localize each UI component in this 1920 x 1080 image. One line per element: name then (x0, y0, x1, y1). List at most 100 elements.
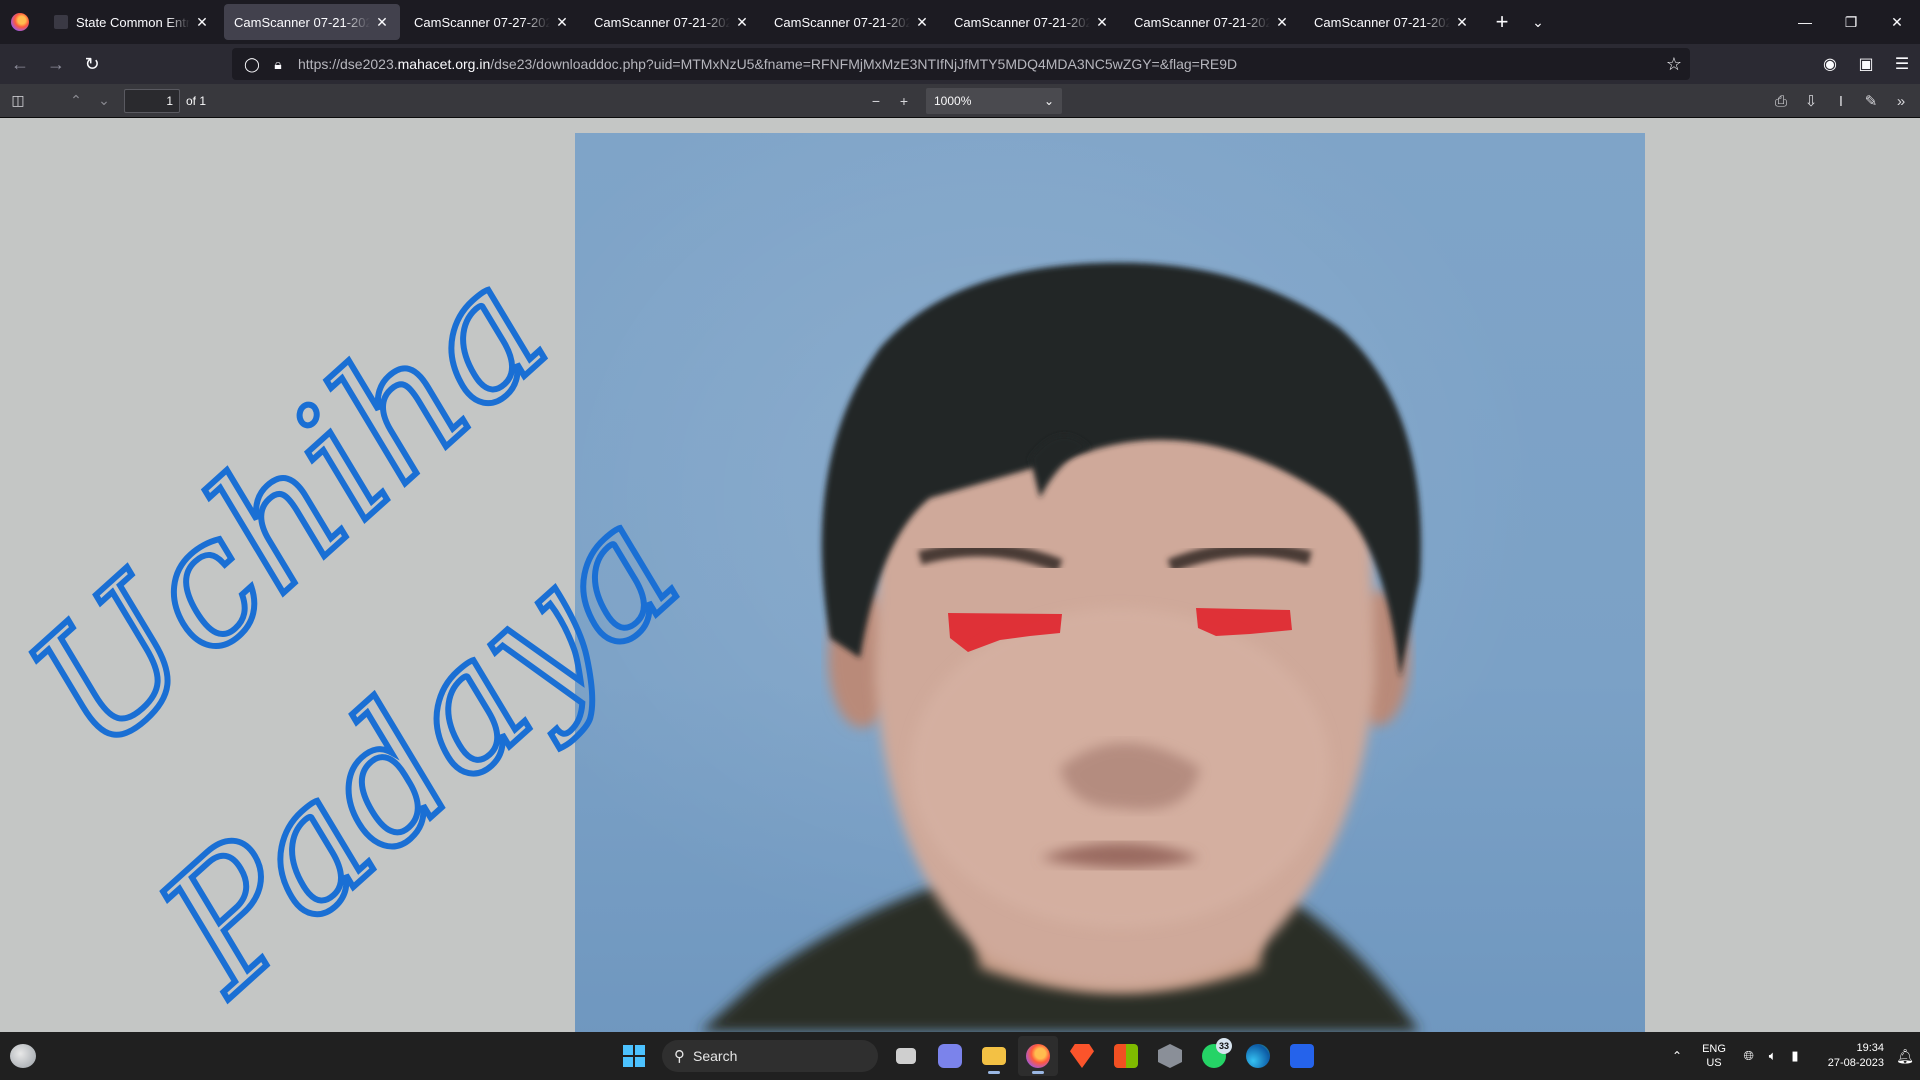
url-path: /dse23/downloaddoc.php?uid=MTMxNzU5&fnam… (490, 56, 1238, 72)
close-tab-icon[interactable]: ✕ (194, 14, 210, 30)
chevron-down-icon: ⌄ (1043, 94, 1054, 108)
list-all-tabs-chevron-icon[interactable]: ⌄ (1520, 4, 1556, 40)
firefox-taskbar-icon[interactable] (1018, 1036, 1058, 1076)
tab[interactable]: CamScanner 07-21-2023 16 ✕ (1304, 4, 1480, 40)
tab-title: CamScanner 07-21-2023 16 (1314, 14, 1450, 30)
clock[interactable]: 19:34 27-08-2023 (1806, 1041, 1890, 1071)
window-controls: — ❐ ✕ (1782, 0, 1920, 44)
tab-active[interactable]: CamScanner 07-21-2023 16 ✕ (224, 4, 400, 40)
start-windows-icon[interactable] (614, 1036, 654, 1076)
tab[interactable]: CamScanner 07-21-2023 16 ✕ (764, 4, 940, 40)
tab-title: State Common Entrance (76, 14, 190, 30)
volume-speaker-icon: 🔈︎ (1768, 1048, 1777, 1063)
close-tab-icon[interactable]: ✕ (914, 14, 930, 30)
close-tab-icon[interactable]: ✕ (554, 14, 570, 30)
tab-title: CamScanner 07-21-2023 16 (1134, 14, 1270, 30)
tab-title: CamScanner 07-21-2023 16 (234, 14, 370, 30)
input-language-indicator[interactable]: ENG US (1692, 1042, 1736, 1070)
tab[interactable]: State Common Entrance ✕ (44, 4, 220, 40)
pdf-viewer-canvas[interactable]: Uchiha Padaya (0, 118, 1920, 1032)
new-tab-button[interactable]: + (1484, 4, 1520, 40)
notification-bell-icon[interactable]: 🔔︎ (1890, 1048, 1920, 1065)
next-page-chevron-down-icon[interactable]: ⌄ (90, 87, 118, 115)
show-hidden-icons-chevron-icon[interactable]: ⌃ (1662, 1049, 1692, 1063)
taskbar-apps: ⚲ Search 33 (612, 1036, 1324, 1076)
page-favicon-icon (54, 15, 68, 29)
app-hexagon-icon[interactable] (1150, 1036, 1190, 1076)
clock-date: 27-08-2023 (1827, 1057, 1884, 1069)
draw-pen-icon[interactable]: ✎ (1856, 87, 1886, 115)
url-text[interactable]: https://dse2023.mahacet.org.in/dse23/dow… (298, 56, 1237, 72)
tab[interactable]: CamScanner 07-21-2023 16 ✕ (1124, 4, 1300, 40)
firefox-logo-icon[interactable] (0, 0, 40, 44)
bookmark-star-icon[interactable]: ☆ (1666, 54, 1682, 75)
system-tray: ⌃ ENG US 🌐︎ 🔈︎ ▮ 19:34 27-08-2023 🔔︎ (1662, 1032, 1920, 1080)
battery-icon: ▮ (1791, 1048, 1799, 1063)
pocket-icon[interactable]: ◉ (1812, 48, 1848, 80)
app-blue-tile-icon[interactable] (1282, 1036, 1322, 1076)
language-code: ENG (1702, 1043, 1726, 1055)
close-tab-icon[interactable]: ✕ (1094, 14, 1110, 30)
previous-page-chevron-up-icon[interactable]: ⌃ (62, 87, 90, 115)
zoom-select[interactable]: 1000% ⌄ (926, 88, 1062, 114)
quick-settings[interactable]: 🌐︎ 🔈︎ ▮ (1736, 1048, 1806, 1064)
tab[interactable]: CamScanner 07-21-2023 16 ✕ (584, 4, 760, 40)
close-tab-icon[interactable]: ✕ (374, 14, 390, 30)
url-prefix: https://dse2023. (298, 56, 398, 72)
address-bar[interactable]: ◯ 🔒︎ https://dse2023.mahacet.org.in/dse2… (232, 48, 1690, 80)
lock-icon[interactable]: 🔒︎ (268, 54, 288, 74)
tab[interactable]: CamScanner 07-21-2023 16 ✕ (944, 4, 1120, 40)
close-tab-icon[interactable]: ✕ (1274, 14, 1290, 30)
reload-icon[interactable]: ↻ (76, 48, 108, 80)
microsoft-store-icon[interactable] (1106, 1036, 1146, 1076)
tab-title: CamScanner 07-21-2023 16 (774, 14, 910, 30)
weather-widget-icon[interactable] (10, 1044, 36, 1068)
zoom-in-plus-icon[interactable]: + (890, 87, 918, 115)
tab-title: CamScanner 07-27-2023 23 (414, 14, 550, 30)
network-globe-icon: 🌐︎ (1743, 1048, 1754, 1063)
notification-badge: 33 (1216, 1038, 1232, 1054)
save-download-icon[interactable]: ⇩ (1796, 87, 1826, 115)
url-host: mahacet.org.in (397, 56, 491, 72)
search-label: Search (693, 1048, 738, 1064)
handwritten-annotation: Uchiha Padaya (0, 228, 718, 1032)
file-explorer-icon[interactable] (974, 1036, 1014, 1076)
close-tab-icon[interactable]: ✕ (734, 14, 750, 30)
clock-time: 19:34 (1856, 1042, 1884, 1054)
minimize-icon[interactable]: — (1782, 0, 1828, 44)
pdf-toolbar: ◫ ⌃ ⌄ of 1 − + 1000% ⌄ ⎙ ⇩ I ✎ » (0, 84, 1920, 118)
tracking-protection-shield-icon[interactable]: ◯ (242, 54, 262, 74)
region-code: US (1706, 1057, 1722, 1069)
hamburger-menu-icon[interactable]: ☰ (1884, 48, 1920, 80)
edge-browser-icon[interactable] (1238, 1036, 1278, 1076)
back-arrow-icon[interactable]: ← (4, 48, 36, 80)
tab-strip: State Common Entrance ✕ CamScanner 07-21… (0, 0, 1920, 44)
search-icon: ⚲ (674, 1048, 685, 1065)
print-icon[interactable]: ⎙ (1766, 87, 1796, 115)
taskbar: ⚲ Search 33 ⌃ ENG US 🌐︎ 🔈︎ ▮ 19:34 27-08… (0, 1032, 1920, 1080)
close-window-icon[interactable]: ✕ (1874, 0, 1920, 44)
screen: State Common Entrance ✕ CamScanner 07-21… (0, 0, 1920, 1080)
tab-title: CamScanner 07-21-2023 16 (954, 14, 1090, 30)
whatsapp-icon[interactable]: 33 (1194, 1036, 1234, 1076)
brave-browser-icon[interactable] (1062, 1036, 1102, 1076)
zoom-out-minus-icon[interactable]: − (862, 87, 890, 115)
pdf-actions: ⎙ ⇩ I ✎ » (1766, 87, 1916, 115)
restore-icon[interactable]: ❐ (1828, 0, 1874, 44)
close-tab-icon[interactable]: ✕ (1454, 14, 1470, 30)
task-view-icon[interactable] (886, 1036, 926, 1076)
extensions-puzzle-icon[interactable]: ▣ (1848, 48, 1884, 80)
tab-title: CamScanner 07-21-2023 16 (594, 14, 730, 30)
text-tool-icon[interactable]: I (1826, 87, 1856, 115)
teams-chat-icon[interactable] (930, 1036, 970, 1076)
tab-list: State Common Entrance ✕ CamScanner 07-21… (40, 0, 1484, 44)
navigation-toolbar: ← → ↻ ◯ 🔒︎ https://dse2023.mahacet.org.i… (0, 44, 1920, 84)
sidebar-toggle-icon[interactable]: ◫ (4, 87, 32, 115)
page-count-label: of 1 (186, 93, 207, 108)
zoom-value: 1000% (934, 94, 972, 108)
tab[interactable]: CamScanner 07-27-2023 23 ✕ (404, 4, 580, 40)
page-number-input[interactable] (124, 88, 180, 113)
taskbar-search-box[interactable]: ⚲ Search (662, 1040, 878, 1072)
forward-arrow-icon[interactable]: → (40, 48, 72, 80)
more-tools-chevron-icon[interactable]: » (1886, 87, 1916, 115)
